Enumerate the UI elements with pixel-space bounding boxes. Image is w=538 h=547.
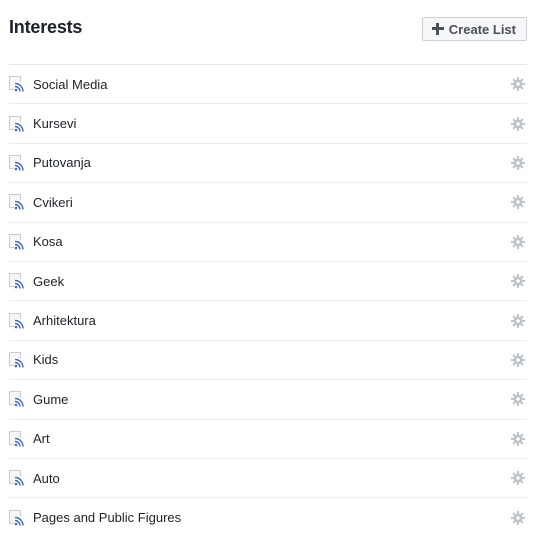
interest-list-label: Pages and Public Figures	[33, 510, 182, 526]
gear-icon[interactable]	[511, 234, 525, 249]
interest-list-item[interactable]: Gume	[9, 380, 527, 420]
interest-list-item[interactable]: Pages and Public Figures	[9, 498, 527, 537]
interest-list-icon	[9, 391, 25, 408]
interest-list-label: Gume	[33, 391, 69, 407]
gear-icon[interactable]	[511, 471, 525, 486]
create-list-label: Create List	[448, 21, 516, 37]
interest-list-icon	[9, 194, 25, 211]
interest-list-label: Kosa	[33, 234, 63, 250]
gear-icon[interactable]	[511, 510, 525, 525]
interest-list-label: Kids	[33, 352, 59, 368]
interest-list-item[interactable]: Social Media	[9, 65, 527, 105]
create-list-button[interactable]: Create List	[421, 17, 527, 41]
interest-list-item[interactable]: Kids	[9, 341, 527, 381]
gear-icon[interactable]	[511, 77, 525, 92]
gear-icon[interactable]	[511, 313, 525, 328]
gear-icon[interactable]	[511, 274, 525, 289]
interest-list-item[interactable]: Kursevi	[9, 104, 527, 144]
interest-list-icon	[9, 509, 25, 526]
interest-list-label: Cvikeri	[33, 194, 73, 210]
interests-header: Interests Create List	[9, 0, 527, 65]
interest-list: Social Media Kursevi Putovanja Cvikeri K…	[9, 65, 527, 538]
interest-list-icon	[9, 76, 25, 93]
interest-list-label: Art	[33, 431, 50, 447]
interest-list-icon	[9, 115, 25, 132]
gear-icon[interactable]	[511, 431, 525, 446]
page-title: Interests	[9, 17, 83, 37]
gear-icon[interactable]	[511, 392, 525, 407]
interest-list-label: Kursevi	[33, 116, 77, 132]
interest-list-icon	[9, 351, 25, 368]
interest-list-icon	[9, 312, 25, 329]
gear-icon[interactable]	[511, 195, 525, 210]
gear-icon[interactable]	[511, 116, 525, 131]
interest-list-icon	[9, 273, 25, 290]
interest-list-item[interactable]: Kosa	[9, 223, 527, 262]
interest-list-item[interactable]: Auto	[9, 459, 527, 499]
interest-list-label: Social Media	[33, 76, 108, 92]
interest-list-label: Geek	[33, 273, 65, 289]
interest-list-label: Putovanja	[33, 155, 91, 171]
interest-list-label: Auto	[33, 470, 60, 486]
interest-list-icon	[9, 430, 25, 447]
gear-icon[interactable]	[511, 352, 525, 367]
interest-list-icon	[9, 154, 25, 171]
interest-list-item[interactable]: Cvikeri	[9, 183, 527, 223]
interests-panel: Interests Create List Social Media Kurse…	[0, 0, 538, 547]
interest-list-item[interactable]: Putovanja	[9, 144, 527, 184]
interest-list-label: Arhitektura	[33, 313, 96, 329]
gear-icon[interactable]	[511, 155, 525, 170]
interest-list-icon	[9, 233, 25, 250]
plus-icon	[431, 23, 444, 35]
interest-list-item[interactable]: Arhitektura	[9, 301, 527, 341]
interest-list-item[interactable]: Art	[9, 420, 527, 459]
interest-list-item[interactable]: Geek	[9, 262, 527, 302]
interest-list-icon	[9, 470, 25, 487]
